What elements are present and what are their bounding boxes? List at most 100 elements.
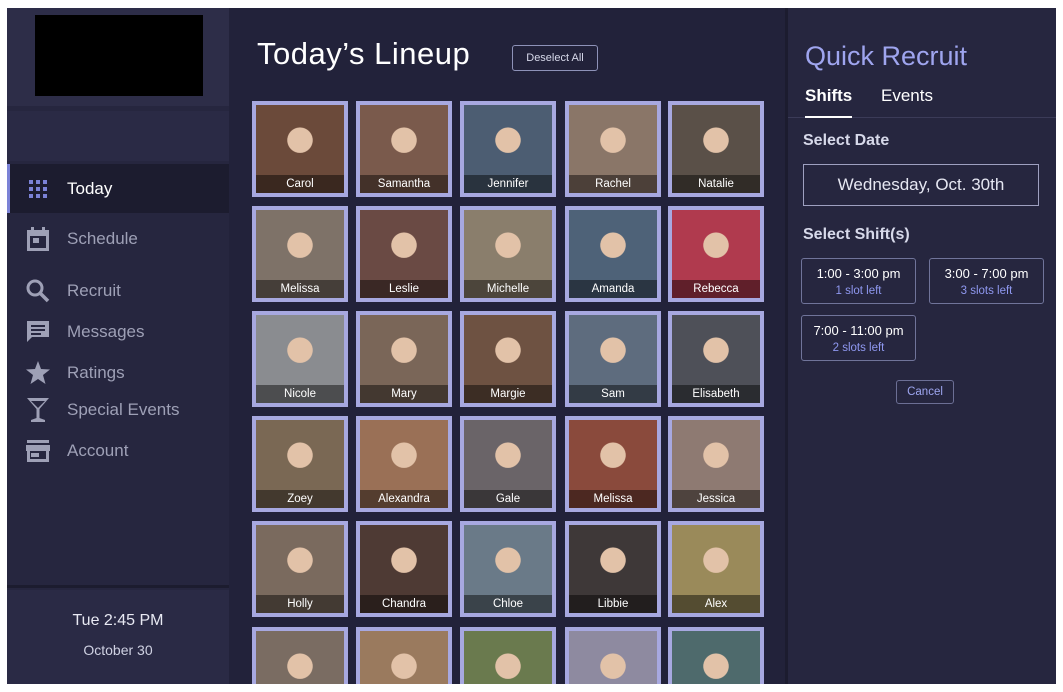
- profile-card[interactable]: Samantha: [356, 101, 452, 197]
- clock-panel: [7, 590, 229, 684]
- select-shift-label: Select Shift(s): [803, 226, 910, 243]
- profile-name: Leslie: [360, 280, 448, 298]
- sidebar-item-messages[interactable]: Messages: [7, 311, 229, 352]
- profile-card[interactable]: Nicole: [252, 311, 348, 407]
- divider: [7, 585, 229, 588]
- profile-name: Amanda: [569, 280, 657, 298]
- profile-card[interactable]: Sam: [565, 311, 661, 407]
- shift-option[interactable]: 7:00 - 11:00 pm 2 slots left: [801, 315, 916, 361]
- profile-card[interactable]: Margie: [460, 311, 556, 407]
- profile-card[interactable]: Melissa: [252, 206, 348, 302]
- profile-card[interactable]: Mary: [356, 311, 452, 407]
- profile-card[interactable]: Alex: [668, 521, 764, 617]
- profile-card[interactable]: Rachel: [565, 101, 661, 197]
- profile-name: Gale: [464, 490, 552, 508]
- profile-card[interactable]: Michelle: [460, 206, 556, 302]
- sidebar-item-label: Account: [67, 441, 129, 460]
- profile-name: Jessica: [672, 490, 760, 508]
- profile-name: Margie: [464, 385, 552, 403]
- sidebar-item-schedule[interactable]: Schedule: [7, 213, 229, 265]
- sidebar-nav: Today Schedule Recruit Messages Ratings …: [7, 164, 229, 475]
- sidebar-item-label: Recruit: [67, 280, 121, 300]
- profile-card[interactable]: [460, 627, 556, 684]
- sidebar-item-label: Ratings: [67, 362, 125, 382]
- panel-title: Quick Recruit: [805, 41, 968, 71]
- cancel-button[interactable]: Cancel: [896, 380, 954, 404]
- profile-name: Holly: [256, 595, 344, 613]
- profile-card[interactable]: Natalie: [668, 101, 764, 197]
- shift-option[interactable]: 1:00 - 3:00 pm 1 slot left: [801, 258, 916, 304]
- shift-slots: 1 slot left: [835, 285, 882, 297]
- profile-name: Nicole: [256, 385, 344, 403]
- deselect-all-button[interactable]: Deselect All: [512, 45, 598, 71]
- profile-name: Libbie: [569, 595, 657, 613]
- profile-card[interactable]: Leslie: [356, 206, 452, 302]
- sidebar-item-label: Today: [67, 178, 113, 198]
- profile-name: Michelle: [464, 280, 552, 298]
- profile-card[interactable]: Zoey: [252, 416, 348, 512]
- profile-card[interactable]: Chandra: [356, 521, 452, 617]
- search-icon: [25, 278, 51, 304]
- profile-name: Alexandra: [360, 490, 448, 508]
- profile-card[interactable]: Chloe: [460, 521, 556, 617]
- clock-date: October 30: [83, 642, 153, 658]
- profile-name: Chloe: [464, 595, 552, 613]
- profile-card[interactable]: Alexandra: [356, 416, 452, 512]
- profile-card[interactable]: Rebecca: [668, 206, 764, 302]
- message-icon: [25, 319, 51, 345]
- profile-card[interactable]: Melissa: [565, 416, 661, 512]
- profile-name: Zoey: [256, 490, 344, 508]
- shift-time: 7:00 - 11:00 pm: [813, 323, 904, 338]
- tab-events[interactable]: Events: [881, 86, 933, 118]
- date-field[interactable]: Wednesday, Oct. 30th: [803, 164, 1039, 206]
- profile-card[interactable]: Libbie: [565, 521, 661, 617]
- shift-option[interactable]: 3:00 - 7:00 pm 3 slots left: [929, 258, 1044, 304]
- profile-photo: [256, 631, 344, 684]
- profile-name: Rebecca: [672, 280, 760, 298]
- profile-card[interactable]: Gale: [460, 416, 556, 512]
- profile-card[interactable]: Carol: [252, 101, 348, 197]
- profile-name: Mary: [360, 385, 448, 403]
- logo-area: [7, 8, 229, 106]
- cocktail-icon: [25, 397, 51, 423]
- sidebar-item-account[interactable]: Account: [7, 427, 229, 475]
- sidebar-item-ratings[interactable]: Ratings: [7, 352, 229, 393]
- shift-time: 3:00 - 7:00 pm: [944, 266, 1029, 281]
- profile-name: Elisabeth: [672, 385, 760, 403]
- profile-name: Melissa: [569, 490, 657, 508]
- profile-card[interactable]: [668, 627, 764, 684]
- profile-card[interactable]: Holly: [252, 521, 348, 617]
- profile-photo: [569, 631, 657, 684]
- sidebar-item-today[interactable]: Today: [7, 164, 229, 213]
- sidebar-item-label: Schedule: [67, 229, 138, 248]
- profile-name: Carol: [256, 175, 344, 193]
- profile-name: Chandra: [360, 595, 448, 613]
- sidebar-item-recruit[interactable]: Recruit: [7, 270, 229, 311]
- profile-card[interactable]: Elisabeth: [668, 311, 764, 407]
- page-title: Today’s Lineup: [257, 36, 471, 71]
- profile-card[interactable]: [252, 627, 348, 684]
- profile-name: Jennifer: [464, 175, 552, 193]
- tab-bar: Shifts Events: [788, 86, 1056, 118]
- shift-slots: 3 slots left: [960, 285, 1013, 297]
- tab-shifts[interactable]: Shifts: [805, 86, 853, 118]
- quick-recruit-panel: Quick Recruit Shifts Events Select Date …: [785, 8, 1056, 684]
- shift-slots: 2 slots left: [832, 342, 885, 354]
- app-window: Today Schedule Recruit Messages Ratings …: [7, 8, 1056, 684]
- profile-name: Rachel: [569, 175, 657, 193]
- sidebar-item-label: Special Events: [67, 400, 180, 419]
- sidebar: Today Schedule Recruit Messages Ratings …: [7, 8, 229, 684]
- profile-name: Melissa: [256, 280, 344, 298]
- calendar-icon: [25, 226, 51, 252]
- profile-card[interactable]: Jennifer: [460, 101, 556, 197]
- sidebar-item-special-events[interactable]: Special Events: [7, 393, 229, 427]
- profile-name: Natalie: [672, 175, 760, 193]
- profile-card[interactable]: [356, 627, 452, 684]
- profile-name: Samantha: [360, 175, 448, 193]
- grid-icon: [25, 176, 51, 202]
- clock-time: Tue 2:45 PM: [72, 612, 164, 629]
- profile-name: Alex: [672, 595, 760, 613]
- profile-card[interactable]: Amanda: [565, 206, 661, 302]
- profile-card[interactable]: Jessica: [668, 416, 764, 512]
- profile-card[interactable]: [565, 627, 661, 684]
